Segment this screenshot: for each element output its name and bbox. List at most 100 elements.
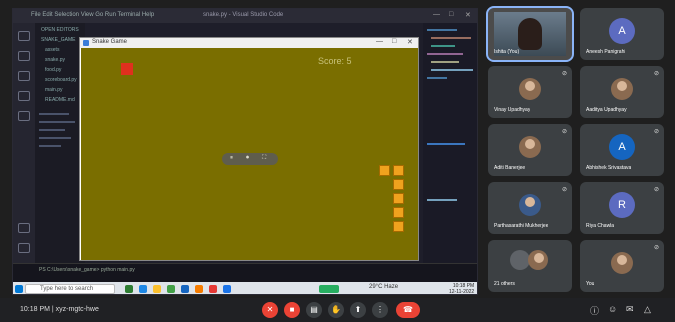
avatar <box>510 250 530 270</box>
game-minimize-icon[interactable]: — <box>376 38 383 45</box>
participant-tile[interactable]: A ⊘ Abhishek Srivastava <box>580 124 664 176</box>
extensions-icon[interactable] <box>18 111 30 121</box>
code-line <box>431 37 471 39</box>
source-control-icon[interactable] <box>18 71 30 81</box>
chrome-icon[interactable] <box>167 285 175 293</box>
info-icon[interactable]: ⓘ <box>590 304 599 317</box>
explorer-item[interactable]: scoreboard.py <box>45 77 77 83</box>
vscode-terminal[interactable]: PS C:\Users\snake_game> python main.py <box>13 263 477 283</box>
code-line <box>431 69 473 71</box>
participant-tile[interactable]: ⊘ You <box>580 240 664 292</box>
app-icon[interactable] <box>209 285 217 293</box>
participant-tile[interactable]: ⊘ Vinay Upadhyay <box>488 66 572 118</box>
debug-icon[interactable] <box>18 91 30 101</box>
end-call-button[interactable]: ☎ <box>396 302 420 318</box>
edge-icon[interactable] <box>139 285 147 293</box>
participant-name: You <box>586 281 595 287</box>
close-icon[interactable]: ✕ <box>465 11 471 19</box>
snake-segment <box>379 165 390 176</box>
vscode-titlebar: File Edit Selection View Go Run Terminal… <box>13 9 477 23</box>
mic-off-icon: ⊘ <box>561 71 567 77</box>
code-line <box>427 77 447 79</box>
explorer-line <box>39 137 71 139</box>
avatar <box>519 136 541 158</box>
python-app-icon[interactable] <box>195 285 203 293</box>
account-icon[interactable] <box>18 223 30 233</box>
vscode-editor[interactable] <box>423 23 477 263</box>
participant-tile[interactable]: ⊘ Aditi Banerjee <box>488 124 572 176</box>
maximize-icon[interactable]: □ <box>449 11 453 18</box>
code-line <box>431 45 455 47</box>
settings-gear-icon[interactable] <box>18 243 30 253</box>
chat-icon[interactable]: ✉ <box>626 304 634 315</box>
participant-tile-others[interactable]: 21 others <box>488 240 572 292</box>
avatar: R <box>609 192 635 218</box>
food-square <box>121 63 133 75</box>
participant-name: Vinay Upadhyay <box>494 107 531 113</box>
explorer-line <box>39 121 75 123</box>
taskbar-search[interactable]: Type here to search <box>25 284 115 294</box>
presentation-controls[interactable]: ⏸ ⏺ ⛶ <box>222 153 278 165</box>
explorer-item[interactable]: assets <box>45 47 59 53</box>
explorer-item[interactable]: food.py <box>45 67 61 73</box>
snake-segment <box>393 179 404 190</box>
present-button[interactable]: ⬆ <box>350 302 366 318</box>
participant-tile[interactable]: ⊘ Aaditya Upadhyay <box>580 66 664 118</box>
explorer-line <box>39 113 69 115</box>
explorer-item[interactable]: SNAKE_GAME <box>41 37 75 43</box>
game-window[interactable]: Snake Game — □ ✕ Score: 5 ⏸ ⏺ ⛶ <box>79 37 419 261</box>
vscode-icon[interactable] <box>181 285 189 293</box>
search-icon[interactable] <box>18 51 30 61</box>
participant-name: Riya Chawla <box>586 223 615 229</box>
record-icon[interactable]: ⏺ <box>246 155 249 162</box>
game-playfield[interactable]: Score: 5 ⏸ ⏺ ⛶ <box>81 48 418 260</box>
participant-name: 21 others <box>494 281 515 287</box>
clock-date: 12-11-2022 <box>449 289 475 295</box>
code-line <box>427 29 457 31</box>
code-line <box>427 199 457 201</box>
raise-hand-button[interactable]: ✋ <box>328 302 344 318</box>
explorer-item[interactable]: main.py <box>45 87 63 93</box>
camera-off-button[interactable]: ■ <box>284 302 300 318</box>
participant-name: Ishita (You) <box>494 49 520 55</box>
captions-button[interactable]: ▤ <box>306 302 322 318</box>
game-maximize-icon[interactable]: □ <box>392 38 396 45</box>
more-options-button[interactable]: ⋮ <box>372 302 388 318</box>
vscode-window-title: snake.py - Visual Studio Code <box>203 12 284 18</box>
meet-share-indicator[interactable] <box>319 285 339 293</box>
participant-tile[interactable]: A Aneesh Panigrahi <box>580 8 664 60</box>
explorer-icon[interactable] <box>18 31 30 41</box>
snake-segment <box>393 193 404 204</box>
participant-tile[interactable]: R ⊘ Riya Chawla <box>580 182 664 234</box>
windows-taskbar: Type here to search 29°C Haze 10:18 PM 1… <box>13 282 477 295</box>
explorer-item[interactable]: README.md <box>45 97 75 103</box>
explorer-line <box>39 145 61 147</box>
mic-off-icon: ⊘ <box>653 187 659 193</box>
explorer-item[interactable]: OPEN EDITORS <box>41 27 79 33</box>
participant-name: Aneesh Panigrahi <box>586 49 626 55</box>
app-icon[interactable] <box>223 285 231 293</box>
vscode-explorer: OPEN EDITORS SNAKE_GAME assets snake.py … <box>35 23 85 263</box>
windows-start-icon[interactable] <box>15 285 23 293</box>
participant-tile-self[interactable]: Ishita (You) <box>486 6 574 62</box>
fullscreen-icon[interactable]: ⛶ <box>262 155 266 162</box>
vscode-menu[interactable]: File Edit Selection View Go Run Terminal… <box>31 12 154 18</box>
pause-icon[interactable]: ⏸ <box>230 155 233 162</box>
system-clock[interactable]: 10:18 PM 12-11-2022 <box>449 283 475 295</box>
mic-off-icon: ⊘ <box>561 187 567 193</box>
people-icon[interactable]: ☺ <box>608 304 617 314</box>
mic-off-icon: ⊘ <box>561 129 567 135</box>
minimize-icon[interactable]: — <box>433 11 440 18</box>
activities-icon[interactable]: △ <box>644 304 651 315</box>
vscode-activity-bar <box>13 23 35 263</box>
participant-tile[interactable]: ⊘ Parthasarathi Mukherjee <box>488 182 572 234</box>
game-close-icon[interactable]: ✕ <box>407 38 413 46</box>
mic-off-button[interactable]: ✕ <box>262 302 278 318</box>
folder-icon[interactable] <box>153 285 161 293</box>
weather-widget[interactable]: 29°C Haze <box>369 284 398 290</box>
snake-segment <box>393 207 404 218</box>
excel-icon[interactable] <box>125 285 133 293</box>
game-titlebar[interactable]: Snake Game — □ ✕ <box>80 38 418 48</box>
avatar <box>611 78 633 100</box>
explorer-item[interactable]: snake.py <box>45 57 65 63</box>
